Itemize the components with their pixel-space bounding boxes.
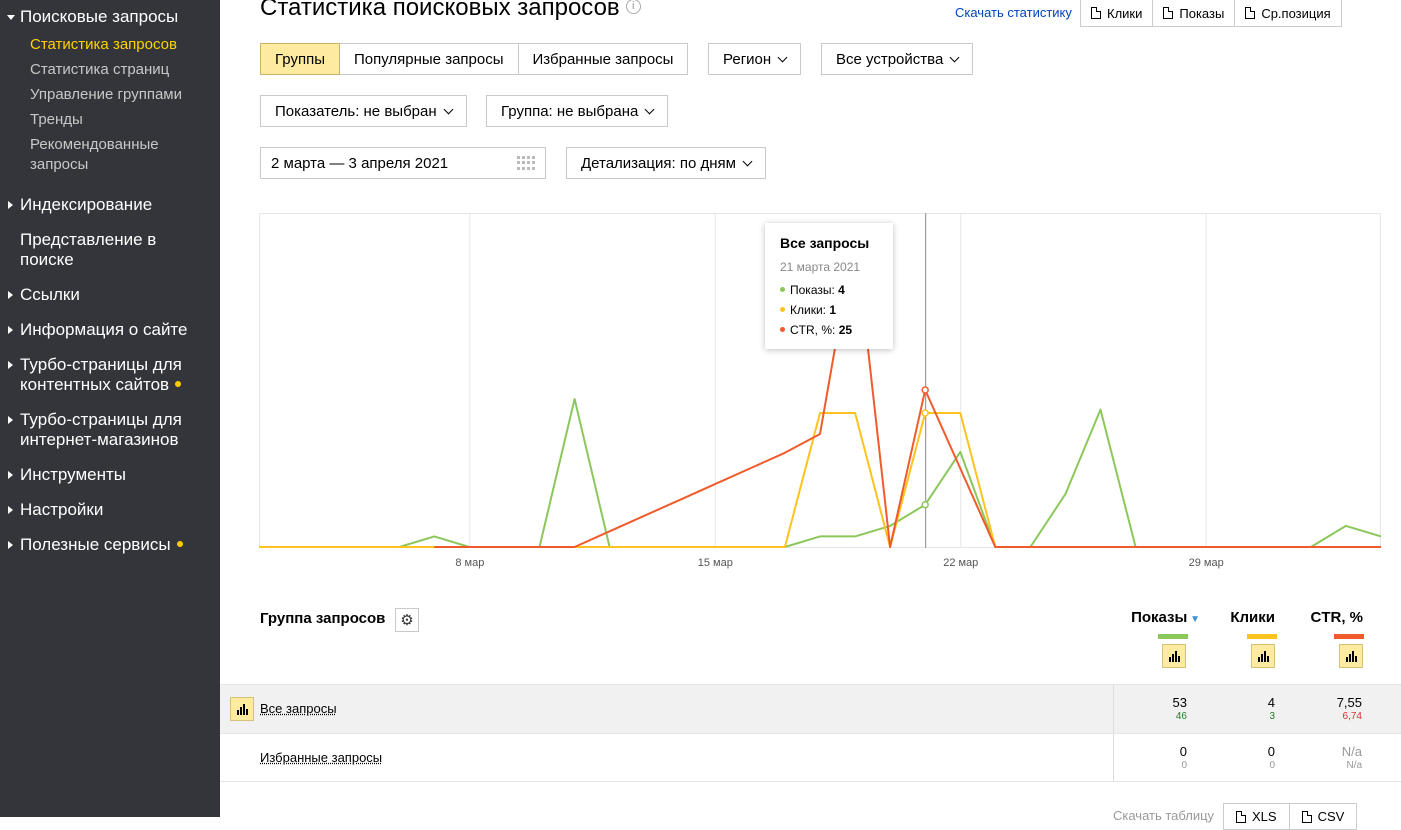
- row-ctr-prev: 6,74: [1302, 711, 1362, 722]
- sidebar-section-turbo-content[interactable]: Турбо-страницы для контентных сайтов: [20, 355, 210, 395]
- page-title: Статистика поисковых запросов i: [260, 0, 641, 22]
- download-table-label: Скачать таблицу: [1113, 808, 1214, 823]
- download-clicks-button[interactable]: Клики: [1080, 0, 1153, 27]
- column-ctr-header[interactable]: CTR, %: [1295, 609, 1363, 626]
- tab-favorite-queries[interactable]: Избранные запросы: [519, 43, 689, 75]
- sidebar-section-indexing[interactable]: Индексирование: [20, 195, 152, 215]
- sidebar-item-page-stats[interactable]: Статистика страниц: [30, 60, 169, 80]
- sidebar-item-group-management[interactable]: Управление группами: [30, 85, 182, 105]
- chevron-down-icon: [778, 52, 788, 62]
- sidebar-section-search-appearance[interactable]: Представление в поиске: [20, 230, 170, 270]
- chevron-down-icon: [645, 104, 655, 114]
- chevron-down-icon: [950, 52, 960, 62]
- row-chart-toggle-icon[interactable]: [230, 697, 254, 721]
- x-tick-label: 29 мар: [1189, 557, 1224, 569]
- chevron-right-icon: [8, 361, 13, 369]
- view-tabs: Группы Популярные запросы Избранные запр…: [260, 43, 688, 75]
- row-clicks: 0: [1215, 744, 1275, 759]
- row-ctr: N/a: [1302, 744, 1362, 759]
- sidebar-item-recommended[interactable]: Рекомендованные запросы: [30, 135, 180, 175]
- sidebar-section-links[interactable]: Ссылки: [20, 285, 80, 305]
- region-dropdown[interactable]: Регион: [708, 43, 801, 75]
- date-range-input[interactable]: 2 марта — 3 апреля 2021: [260, 147, 546, 179]
- gear-icon[interactable]: ⚙: [395, 608, 419, 632]
- detail-dropdown[interactable]: Детализация: по дням: [566, 147, 766, 179]
- x-tick-label: 15 мар: [698, 557, 733, 569]
- notification-dot-icon: [177, 541, 183, 547]
- row-clicks: 4: [1215, 695, 1275, 710]
- query-group-header: Группа запросов: [260, 610, 385, 627]
- chevron-right-icon: [8, 201, 13, 209]
- hover-point-1: [922, 410, 928, 416]
- chevron-down-icon: [742, 156, 752, 166]
- chevron-right-icon: [8, 291, 13, 299]
- hover-point-0: [922, 502, 928, 508]
- calendar-icon: [517, 156, 535, 170]
- clicks-color-bar: [1247, 634, 1277, 639]
- chevron-down-icon: [443, 104, 453, 114]
- info-icon[interactable]: i: [626, 0, 641, 14]
- tooltip-date: 21 марта 2021: [780, 260, 878, 274]
- sort-down-icon: ▼: [1187, 614, 1200, 625]
- row-name-favorite-queries[interactable]: Избранные запросы: [260, 750, 382, 765]
- tooltip-title: Все запросы: [780, 235, 878, 251]
- document-icon: [1091, 7, 1101, 19]
- shows-color-bar: [1158, 634, 1188, 639]
- chevron-right-icon: [8, 541, 13, 549]
- ctr-color-bar: [1334, 634, 1364, 639]
- chevron-right-icon: [8, 506, 13, 514]
- sidebar-section-useful-services[interactable]: Полезные сервисы: [20, 535, 183, 555]
- download-avg-position-button[interactable]: Ср.позиция: [1235, 0, 1341, 27]
- row-ctr-prev: N/a: [1302, 760, 1362, 771]
- download-stats-link[interactable]: Скачать статистику: [955, 5, 1072, 20]
- x-tick-label: 22 мар: [943, 557, 978, 569]
- chart-toggle-shows-icon[interactable]: [1162, 644, 1186, 668]
- document-icon: [1163, 7, 1173, 19]
- row-shows: 53: [1127, 695, 1187, 710]
- tab-groups[interactable]: Группы: [260, 43, 340, 75]
- download-shows-button[interactable]: Показы: [1153, 0, 1235, 27]
- chevron-right-icon: [8, 471, 13, 479]
- metric-dropdown[interactable]: Показатель: не выбран: [260, 95, 467, 127]
- series-line-2: [434, 233, 1381, 547]
- row-shows-prev: 0: [1127, 760, 1187, 771]
- devices-dropdown[interactable]: Все устройства: [821, 43, 973, 75]
- sidebar-section-tools[interactable]: Инструменты: [20, 465, 126, 485]
- tooltip-row-shows: Показы: 4: [780, 280, 878, 300]
- sidebar-section-site-info[interactable]: Информация о сайте: [20, 320, 188, 340]
- chart-toggle-ctr-icon[interactable]: [1339, 644, 1363, 668]
- hover-point-2: [922, 387, 928, 393]
- row-clicks-prev: 0: [1215, 760, 1275, 771]
- row-shows-prev: 46: [1127, 711, 1187, 722]
- row-name-all-queries[interactable]: Все запросы: [260, 701, 337, 716]
- sidebar-section-turbo-shops[interactable]: Турбо-страницы для интернет-магазинов: [20, 410, 210, 450]
- sidebar: Поисковые запросы Статистика запросов Ст…: [0, 0, 220, 817]
- sidebar-section-search-queries[interactable]: Поисковые запросы: [20, 7, 178, 27]
- document-icon: [1245, 7, 1255, 19]
- tooltip-row-clicks: Клики: 1: [780, 300, 878, 320]
- chevron-right-icon: [8, 326, 13, 334]
- row-ctr: 7,55: [1302, 695, 1362, 710]
- sidebar-item-query-stats[interactable]: Статистика запросов: [30, 35, 177, 55]
- series-line-0: [259, 399, 1381, 547]
- column-shows-header[interactable]: Показы ▼: [1130, 609, 1200, 626]
- row-clicks-prev: 3: [1215, 711, 1275, 722]
- column-clicks-header[interactable]: Клики: [1215, 609, 1275, 626]
- group-dropdown[interactable]: Группа: не выбрана: [486, 95, 668, 127]
- chart-toggle-clicks-icon[interactable]: [1251, 644, 1275, 668]
- tooltip-row-ctr: CTR, %: 25: [780, 320, 878, 340]
- sidebar-item-trends[interactable]: Тренды: [30, 110, 83, 130]
- chart-tooltip: Все запросы 21 марта 2021 Показы: 4 Клик…: [765, 223, 893, 349]
- chevron-right-icon: [8, 416, 13, 424]
- sidebar-section-settings[interactable]: Настройки: [20, 500, 103, 520]
- notification-dot-icon: [175, 381, 181, 387]
- x-tick-label: 8 мар: [455, 557, 484, 569]
- chevron-down-icon: [7, 15, 15, 20]
- download-buttons: Клики Показы Ср.позиция: [1080, 0, 1342, 27]
- row-shows: 0: [1127, 744, 1187, 759]
- tab-popular-queries[interactable]: Популярные запросы: [340, 43, 519, 75]
